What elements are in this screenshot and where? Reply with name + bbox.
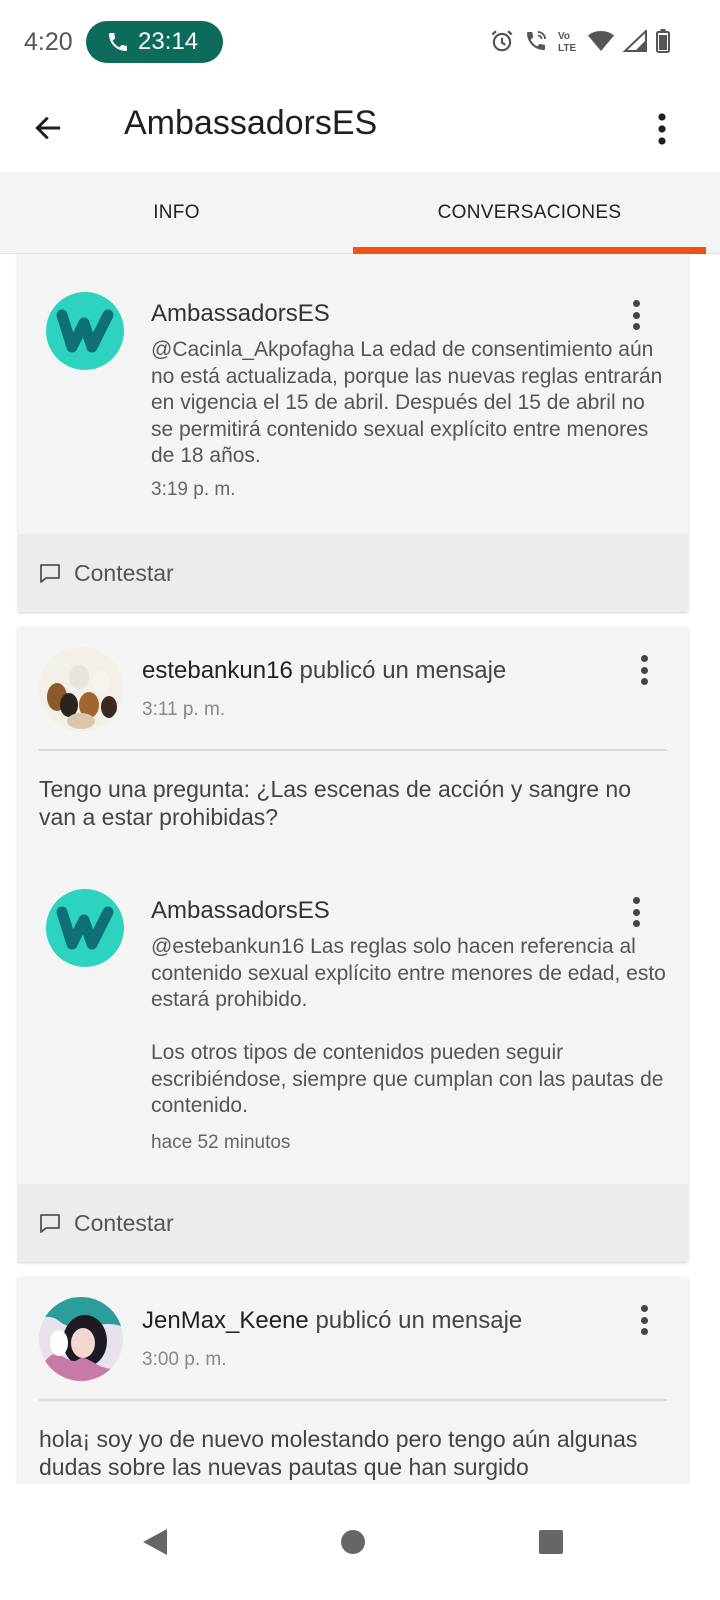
call-timer: 23:14 [138, 28, 199, 55]
post-header: estebankun16 publicó un mensaje [142, 657, 506, 685]
nav-recents-button[interactable] [521, 1512, 581, 1572]
post-body: hola¡ soy yo de nuevo molestando pero te… [39, 1426, 638, 1480]
reply-button[interactable]: Contestar [18, 1184, 688, 1262]
user-avatar[interactable] [39, 647, 123, 731]
post-more-button[interactable] [634, 1303, 654, 1337]
nav-recents-icon [539, 1530, 563, 1554]
wattpad-logo-icon [56, 309, 114, 353]
svg-text:LTE: LTE [558, 43, 576, 53]
phone-icon [109, 33, 127, 51]
status-icons: Vo LTE [489, 28, 670, 54]
svg-text:Vo: Vo [558, 31, 570, 42]
conversation-card: estebankun16 publicó un mensaje 3:11 p. … [18, 627, 688, 1262]
conversation-card: AmbassadorsES @Cacinla_Akpofagha La edad… [18, 254, 688, 612]
wifi-icon [588, 31, 614, 51]
reply-text: @estebankun16 Las reglas solo hacen refe… [151, 935, 666, 1011]
signal-icon [623, 30, 647, 52]
arrow-left-icon [35, 116, 61, 140]
back-button[interactable] [26, 106, 70, 150]
conversation-list[interactable]: AmbassadorsES @Cacinla_Akpofagha La edad… [0, 254, 720, 1484]
poster-username[interactable]: JenMax_Keene [142, 1307, 309, 1334]
anime-avatar-image [39, 1297, 123, 1381]
reply-more-button[interactable] [626, 895, 646, 929]
nav-back-button[interactable] [125, 1512, 185, 1572]
tab-conversaciones[interactable]: CONVERSACIONES [353, 172, 706, 254]
reply-author[interactable]: AmbassadorsES [151, 897, 330, 925]
wifi-call-icon [527, 31, 546, 50]
nav-home-icon [341, 1530, 365, 1554]
reply-text: Los otros tipos de contenidos pueden seg… [151, 1041, 664, 1117]
conversation-card: JenMax_Keene publicó un mensaje 3:00 p. … [18, 1277, 688, 1484]
more-vertical-icon [658, 113, 666, 145]
nav-back-icon [143, 1529, 167, 1555]
reply-button-label: Contestar [74, 1209, 174, 1236]
status-time: 4:20 [24, 28, 73, 56]
post-action: publicó un mensaje [315, 1307, 523, 1334]
comment-icon [40, 1214, 60, 1233]
system-nav-bar [0, 1484, 720, 1600]
user-avatar[interactable] [39, 1297, 123, 1381]
divider [39, 749, 667, 751]
post-timestamp: 3:11 p. m. [142, 699, 226, 720]
post-header: JenMax_Keene publicó un mensaje [142, 1307, 522, 1335]
alarm-icon [491, 30, 513, 52]
app-bar: AmbassadorsES [0, 86, 720, 172]
reply-button-label: Contestar [74, 559, 174, 586]
reply-text: @Cacinla_Akpofagha La edad de consentimi… [151, 338, 663, 467]
ongoing-call-chip[interactable]: 23:14 [86, 21, 223, 63]
post-body: Tengo una pregunta: ¿Las escenas de acci… [39, 776, 632, 830]
tab-info[interactable]: INFO [0, 172, 353, 254]
nav-home-button[interactable] [323, 1512, 383, 1572]
reply-timestamp: hace 52 minutos [151, 1132, 291, 1153]
reply-button[interactable]: Contestar [18, 534, 688, 612]
post-action: publicó un mensaje [299, 657, 507, 684]
reply-more-button[interactable] [626, 298, 646, 332]
page-title: AmbassadorsES [124, 104, 378, 142]
poster-username[interactable]: estebankun16 [142, 657, 293, 684]
wattpad-logo-icon [56, 906, 114, 950]
volte-icon: VoLTE [558, 31, 576, 53]
status-bar: 4:20 23:14 Vo LTE [0, 0, 720, 86]
tab-bar: INFO CONVERSACIONES [0, 172, 720, 254]
post-more-button[interactable] [634, 653, 654, 687]
post-timestamp: 3:00 p. m. [142, 1349, 227, 1370]
ambassadors-avatar[interactable] [46, 292, 124, 370]
battery-icon [656, 29, 670, 53]
reply-author[interactable]: AmbassadorsES [151, 300, 330, 328]
reply-timestamp: 3:19 p. m. [151, 479, 236, 500]
dogs-avatar-image [39, 647, 123, 731]
more-options-button[interactable] [644, 106, 680, 152]
ambassadors-avatar[interactable] [46, 889, 124, 967]
comment-icon [40, 564, 60, 583]
divider [39, 1399, 667, 1401]
